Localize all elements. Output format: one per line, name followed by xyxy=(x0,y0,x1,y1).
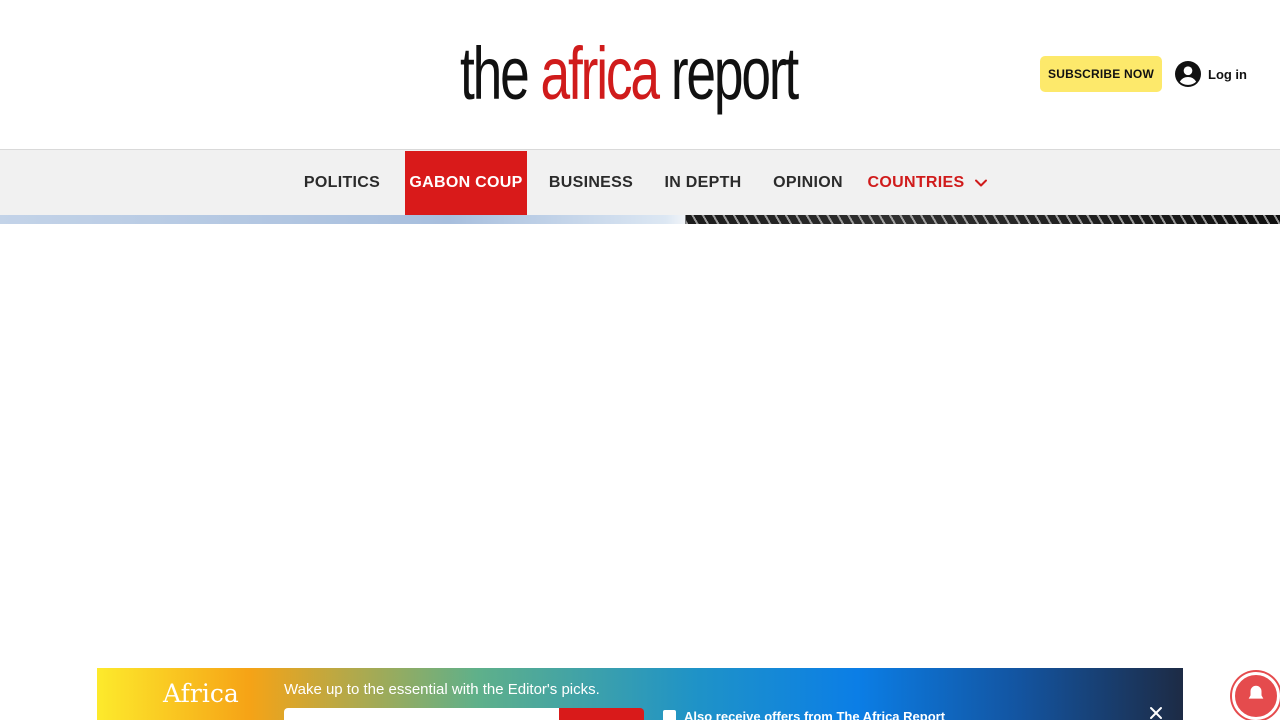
nav-item-politics[interactable]: POLITICS xyxy=(296,151,388,215)
chevron-down-icon xyxy=(975,179,988,187)
nav-item-label: OPINION xyxy=(773,174,843,191)
login-label: Log in xyxy=(1208,66,1247,82)
newsletter-offers-checkbox[interactable] xyxy=(663,710,676,720)
site-header: the africa report SUBSCRIBE NOW Log in xyxy=(0,0,1280,150)
newsletter-offers-option[interactable]: Also receive offers from The Africa Repo… xyxy=(663,709,945,720)
nav-item-label: POLITICS xyxy=(303,174,381,191)
nav-item-label: BUSINESS xyxy=(548,174,634,191)
nav-item-business[interactable]: BUSINESS xyxy=(543,151,639,215)
nav-item-in-depth[interactable]: IN DEPTH xyxy=(657,151,749,215)
newsletter-submit-button[interactable] xyxy=(559,708,644,720)
notification-bell-button[interactable] xyxy=(1232,672,1280,720)
bell-icon xyxy=(1248,685,1264,699)
subscribe-button[interactable]: SUBSCRIBE NOW xyxy=(1040,56,1162,92)
hero-banner-edge xyxy=(0,215,1280,224)
logo-word-report: report xyxy=(670,32,799,115)
nav-item-countries[interactable]: COUNTRIES xyxy=(866,151,990,215)
close-icon[interactable] xyxy=(1149,706,1163,720)
login-link[interactable]: Log in xyxy=(1175,60,1247,88)
nav-item-label: IN DEPTH xyxy=(664,174,742,191)
newsletter-tagline: Wake up to the essential with the Editor… xyxy=(284,681,600,698)
nav-item-gabon-coup[interactable]: GABON COUP xyxy=(405,151,527,215)
nav-item-opinion[interactable]: OPINION xyxy=(766,151,850,215)
newsletter-brand: Africa xyxy=(163,679,239,708)
main-navigation: POLITICS GABON COUP BUSINESS IN DEPTH OP… xyxy=(0,149,1280,215)
logo-word-the: the xyxy=(460,32,530,115)
newsletter-offers-label: Also receive offers from The Africa Repo… xyxy=(684,709,946,720)
logo-word-africa: africa xyxy=(540,32,660,115)
newsletter-email-input[interactable] xyxy=(284,708,560,720)
account-circle-icon xyxy=(1175,61,1201,87)
newsletter-banner: Africa Wake up to the essential with the… xyxy=(97,668,1183,720)
nav-item-label: GABON COUP xyxy=(409,174,523,191)
nav-item-label: COUNTRIES xyxy=(867,174,965,191)
site-logo[interactable]: the africa report xyxy=(460,32,799,115)
banner-pattern xyxy=(686,215,1280,224)
